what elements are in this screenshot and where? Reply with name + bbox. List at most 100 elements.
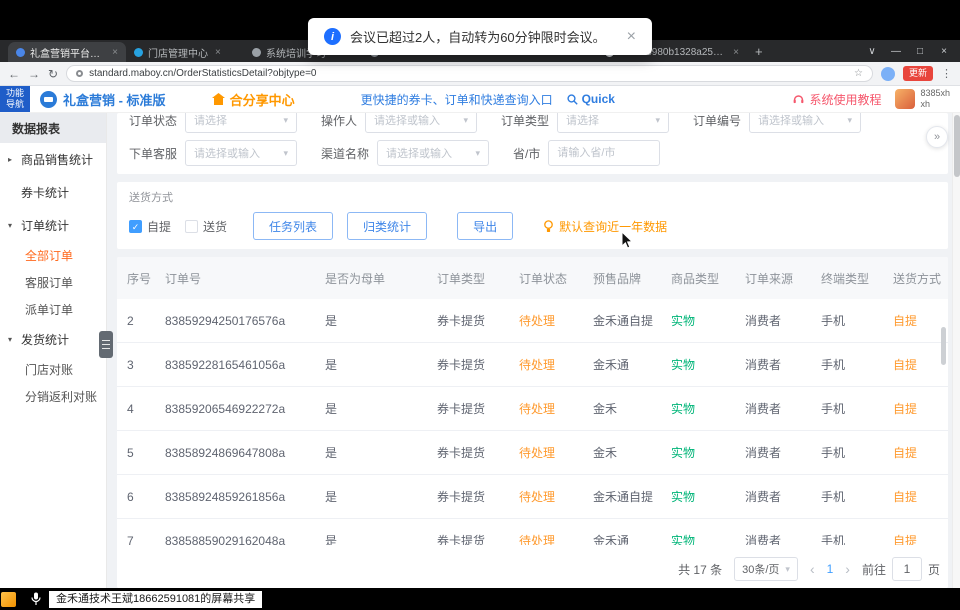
- tab-menu-icon[interactable]: ∨: [860, 46, 884, 57]
- filter-row: 下单客服 请选择或输入 ▾ 渠道名称 请选择或输入 ▾: [129, 140, 936, 166]
- chevron-right-icon: ▸: [8, 155, 16, 164]
- filter-label: 操作人: [321, 113, 357, 129]
- sidebar-item-order-stats[interactable]: ▾ 订单统计: [0, 209, 106, 242]
- chevron-down-icon: ▾: [8, 335, 16, 344]
- table-cell: 券卡提货: [427, 532, 509, 545]
- refresh-icon[interactable]: ↻: [48, 67, 58, 81]
- page-scrollbar-thumb[interactable]: [954, 115, 960, 177]
- prev-page-button[interactable]: ‹: [810, 561, 815, 577]
- browser-tab[interactable]: 礼盒营销平台管理中心 ×: [8, 42, 126, 62]
- minimize-icon[interactable]: —: [884, 46, 908, 57]
- province-city-input[interactable]: [548, 140, 660, 166]
- table-cell: 金禾: [583, 444, 661, 461]
- chevron-down-icon: ▾: [464, 115, 469, 126]
- column-header: 送货方式: [883, 270, 948, 287]
- sidebar-item-card-stats[interactable]: 券卡统计: [0, 176, 106, 209]
- user-avatar[interactable]: [895, 89, 915, 109]
- promo-text: 更快捷的券卡、订单和快递查询入口: [361, 91, 553, 108]
- table-row: 583858924869647808a是券卡提货待处理金禾实物消费者手机自提: [117, 431, 948, 475]
- table-cell: 金禾通自提: [583, 488, 661, 505]
- sidebar-item-rebate-reconcile[interactable]: 分销返利对账: [0, 383, 106, 410]
- table-cell: 是: [315, 312, 427, 329]
- action-panel: 送货方式 ✓ 自提 送货 任务列表 归类统计: [117, 182, 948, 249]
- tab-favicon: [252, 48, 261, 57]
- sidebar-title: 数据报表: [0, 113, 106, 143]
- sidebar: 数据报表 ▸ 商品销售统计 券卡统计 ▾ 订单统计 全部订单 客服订单: [0, 113, 107, 588]
- sidebar-item-shipping-stats[interactable]: ▾ 发货统计: [0, 323, 106, 356]
- export-button[interactable]: 导出: [457, 212, 513, 240]
- table-row: 683858924859261856a是券卡提货待处理金禾通自提实物消费者手机自…: [117, 475, 948, 519]
- table-row: 283859294250176576a是券卡提货待处理金禾通自提实物消费者手机自…: [117, 299, 948, 343]
- close-icon[interactable]: ×: [932, 46, 956, 57]
- task-list-button[interactable]: 任务列表: [253, 212, 333, 240]
- site-info-icon[interactable]: [76, 70, 83, 77]
- table-cell: 金禾通: [583, 532, 661, 545]
- browser-tab[interactable]: 门店管理中心 ×: [126, 42, 244, 62]
- table-cell: 是: [315, 356, 427, 373]
- sidebar-item-product-sales[interactable]: ▸ 商品销售统计: [0, 143, 106, 176]
- delivery-checkbox[interactable]: 送货: [185, 218, 227, 235]
- address-bar[interactable]: standard.maboy.cn/OrderStatisticsDetail?…: [66, 65, 873, 82]
- maximize-icon[interactable]: □: [908, 46, 932, 57]
- table-cell: 7: [117, 534, 155, 546]
- sidebar-item-service-orders[interactable]: 客服订单: [0, 269, 106, 296]
- meeting-toast: i 会议已超过2人，自动转为60分钟限时会议。 ×: [308, 18, 652, 55]
- table-cell: 券卡提货: [427, 400, 509, 417]
- filter-label: 渠道名称: [321, 145, 369, 162]
- orders-table: 序号订单号是否为母单订单类型订单状态预售品牌商品类型订单来源终端类型送货方式 2…: [117, 257, 948, 588]
- taskbar-app-icon[interactable]: [1, 592, 16, 607]
- table-cell: 待处理: [509, 532, 583, 545]
- username: 8385xh xh: [920, 88, 950, 110]
- sidebar-item-dispatch-orders[interactable]: 派单订单: [0, 296, 106, 323]
- page-size-select[interactable]: 30条/页 ▾: [734, 557, 798, 581]
- operator-select[interactable]: 请选择或输入 ▾: [365, 113, 477, 133]
- order-agent-select[interactable]: 请选择或输入 ▾: [185, 140, 297, 166]
- page-scrollbar[interactable]: [952, 113, 960, 588]
- brand: 礼盒营销 - 标准版: [40, 90, 166, 109]
- column-header: 订单号: [155, 270, 315, 287]
- browser-profile-avatar[interactable]: [881, 67, 895, 81]
- category-stats-button[interactable]: 归类统计: [347, 212, 427, 240]
- browser-update-button[interactable]: 更新: [903, 66, 933, 81]
- bookmark-star-icon[interactable]: ☆: [854, 68, 863, 79]
- order-status-select[interactable]: 请选择 ▾: [185, 113, 297, 133]
- table-cell: 手机: [811, 488, 883, 505]
- channel-name-select[interactable]: 请选择或输入 ▾: [377, 140, 489, 166]
- order-type-select[interactable]: 请选择 ▾: [557, 113, 669, 133]
- table-scrollbar[interactable]: [941, 327, 946, 365]
- total-count: 共 17 条: [678, 561, 722, 578]
- share-center-link[interactable]: 合分享中心: [212, 90, 295, 109]
- tab-close-icon[interactable]: ×: [112, 47, 118, 58]
- table-cell: 是: [315, 488, 427, 505]
- table-cell: 金禾: [583, 400, 661, 417]
- filter-row-clipped: 订单状态 请选择 ▾ 操作人 请选择或输入 ▾: [129, 113, 936, 133]
- table-cell: 3: [117, 358, 155, 372]
- forward-icon[interactable]: →: [28, 67, 40, 81]
- current-page[interactable]: 1: [827, 562, 834, 576]
- column-header: 商品类型: [661, 270, 735, 287]
- toast-close-icon[interactable]: ×: [627, 29, 636, 45]
- goto-suffix: 页: [928, 561, 940, 578]
- filter-collapse-button[interactable]: »: [926, 126, 948, 148]
- new-tab-button[interactable]: +: [755, 44, 763, 59]
- next-page-button[interactable]: ›: [845, 561, 850, 577]
- function-nav-toggle[interactable]: 功能 导航: [0, 86, 30, 112]
- pickup-checkbox[interactable]: ✓ 自提: [129, 218, 171, 235]
- tab-close-icon[interactable]: ×: [215, 47, 221, 58]
- column-header: 预售品牌: [583, 270, 661, 287]
- tab-close-icon[interactable]: ×: [733, 47, 739, 58]
- back-icon[interactable]: ←: [8, 67, 20, 81]
- table-row: 783858859029162048a是券卡提货待处理金禾通实物消费者手机自提: [117, 519, 948, 545]
- headset-icon: [793, 94, 804, 105]
- order-no-select[interactable]: 请选择或输入 ▾: [749, 113, 861, 133]
- quick-search-link[interactable]: Quick: [567, 92, 615, 106]
- browser-menu-icon[interactable]: ⋮: [941, 67, 952, 80]
- app-root: 功能 导航 礼盒营销 - 标准版 合分享中心 更快捷的券卡、订单和快递查询入口: [0, 86, 960, 588]
- sidebar-collapse-handle[interactable]: [99, 331, 113, 358]
- table-cell: 2: [117, 314, 155, 328]
- goto-page-input[interactable]: [892, 557, 922, 581]
- table-cell: 83858859029162048a: [155, 534, 315, 546]
- sidebar-item-all-orders[interactable]: 全部订单: [0, 242, 106, 269]
- tutorial-link[interactable]: 系统使用教程: [793, 91, 881, 108]
- sidebar-item-store-reconcile[interactable]: 门店对账: [0, 356, 106, 383]
